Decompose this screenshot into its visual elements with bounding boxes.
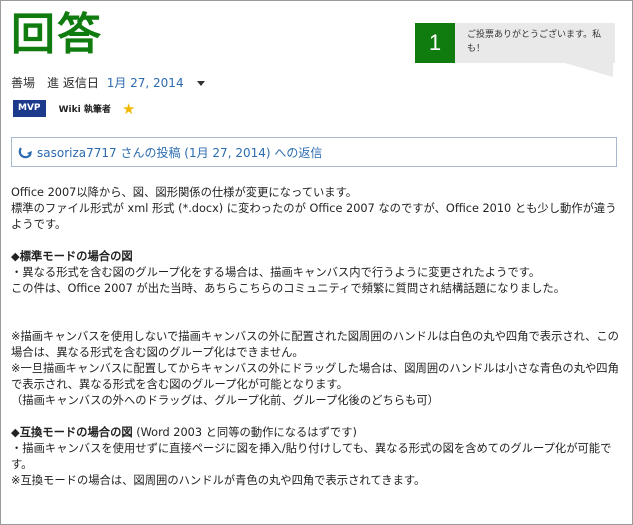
- author-name[interactable]: 善場 進: [11, 76, 59, 90]
- reply-to-box: sasoriza7717 さんの投稿 (1月 27, 2014) への返信: [11, 137, 617, 167]
- body-text: ※互換モードの場合は、図周囲のハンドルが青色の丸や四角で表示されてきます。: [11, 474, 426, 487]
- body-text: ※一旦描画キャンバスに配置してからキャンバスの外にドラッグした場合は、図周囲のハ…: [11, 362, 619, 391]
- body-text: この件は、Office 2007 が出た当時、あちらこちらのコミュニティで頻繁に…: [11, 282, 565, 295]
- section-heading-compat-note: (Word 2003 と同等の動作になるはずです): [132, 426, 357, 439]
- answer-panel: 回答 1 ご投票ありがとうございます。私も！ 善場 進 返信日 1月 27, 2…: [0, 0, 633, 525]
- vote-bubble-tail: [565, 63, 613, 77]
- body-text: Office 2007以降から、図、図形関係の仕様が変更になっています。: [11, 186, 358, 199]
- wiki-author-badge: Wiki 執筆者: [58, 105, 111, 115]
- answer-body: Office 2007以降から、図、図形関係の仕様が変更になっています。 標準の…: [11, 185, 623, 489]
- body-text: ・描画キャンバスを使用せずに直接ページに図を挿入/貼り付けしても、異なる形式の図…: [11, 442, 612, 471]
- reply-arrow-icon: [18, 147, 32, 159]
- body-text: （描画キャンバスの外へのドラッグは、グループ化前、グループ化後のどちらも可）: [11, 394, 439, 407]
- replied-label: 返信日: [62, 76, 99, 90]
- mvp-badge: MVP: [13, 100, 46, 117]
- body-text: ・異なる形式を含む図のグループ化をする場合は、描画キャンバス内で行うように変更さ…: [11, 266, 541, 279]
- body-text: ※描画キャンバスを使用しないで描画キャンバスの外に配置された図周囲のハンドルは白…: [11, 330, 619, 359]
- caret-down-icon[interactable]: [197, 81, 206, 86]
- post-date[interactable]: 1月 27, 2014: [107, 76, 184, 90]
- vote-count-button[interactable]: 1: [415, 23, 455, 63]
- body-text: 標準のファイル形式が xml 形式 (*.docx) に変わったのが Offic…: [11, 202, 617, 231]
- badge-row: MVP Wiki 執筆者 ★: [13, 98, 136, 118]
- section-heading-standard: ◆標準モードの場合の図: [11, 250, 133, 263]
- section-heading-compat-line: ◆互換モードの場合の図 (Word 2003 と同等の動作になるはずです): [11, 425, 623, 441]
- vote-widget: 1 ご投票ありがとうございます。私も！: [415, 23, 615, 77]
- answer-title: 回答: [11, 9, 103, 60]
- section-heading-compat: ◆互換モードの場合の図: [11, 426, 133, 439]
- star-icon: ★: [121, 99, 136, 118]
- reply-to-link[interactable]: sasoriza7717 さんの投稿 (1月 27, 2014) への返信: [37, 144, 322, 161]
- post-meta: 善場 進 返信日 1月 27, 2014: [11, 75, 206, 91]
- vote-thanks-text: ご投票ありがとうございます。私も！: [467, 30, 602, 54]
